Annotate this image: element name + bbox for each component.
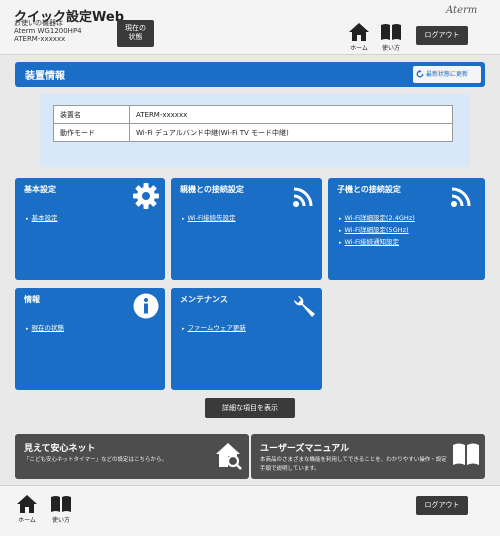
gear-icon <box>133 183 159 209</box>
help-label: 使い方 <box>381 45 400 52</box>
banner-mieru-anshin-net-desc: 「こども安心ネットタイマー」などの設定はこちらから。 <box>24 457 168 463</box>
tile-basic-settings-title: 基本設定 <box>24 185 56 194</box>
logout-button[interactable]: ログアウト <box>416 26 468 45</box>
wifi-icon <box>293 187 313 207</box>
home-label: ホーム <box>350 45 368 52</box>
table-row: 動作モード Wi-Fi デュアルバンド中継(Wi-Fi TV モード中継) <box>53 123 453 142</box>
help-button[interactable]: 使い方 <box>378 22 404 52</box>
table-row: 装置名 ATERM-xxxxxx <box>53 105 453 124</box>
banner-mieru-anshin-net-title: 見えて安心ネット <box>24 444 96 454</box>
link-current-status[interactable]: 現在の状態 <box>26 322 65 332</box>
footer-home-button[interactable]: ホーム <box>14 494 40 524</box>
banner-users-manual-desc: 本商品のさまざまな機能を利用してできることを、わかりやすい操作・設定手順で説明し… <box>260 457 447 472</box>
footer-help-button[interactable]: 使い方 <box>48 494 74 524</box>
link-wifi-destination[interactable]: Wi-Fi接続先設定 <box>182 212 236 222</box>
aterm-logo: Aterm <box>446 5 478 16</box>
device-info-bar: 装置情報 最新状態に更新 <box>15 62 485 87</box>
device-info-panel: 装置名 ATERM-xxxxxx 動作モード Wi-Fi デュアルバンド中継(W… <box>40 94 470 167</box>
link-wifi-detail-5ghz[interactable]: Wi-Fi詳細設定(5GHz) <box>339 224 409 234</box>
device-info-title: 装置情報 <box>25 71 65 82</box>
refresh-label: 最新状態に更新 <box>426 71 469 78</box>
show-detail-items-button[interactable]: 詳細な項目を表示 <box>205 398 295 418</box>
banner-mieru-anshin-net[interactable]: 見えて安心ネット 「こども安心ネットタイマー」などの設定はこちらから。 <box>15 434 249 479</box>
device-name: ATERM-xxxxxx <box>14 35 66 43</box>
tile-maintenance: メンテナンス ファームウェア更新 <box>171 288 322 390</box>
home-icon <box>17 495 37 513</box>
home-button[interactable]: ホーム <box>346 22 372 52</box>
header: クイック設定Web お使いの機器は Aterm WG1200HP4 ATERM-… <box>0 0 500 55</box>
device-model: Aterm WG1200HP4 <box>14 27 82 35</box>
tile-information-title: 情報 <box>24 295 40 304</box>
device-name-value: ATERM-xxxxxx <box>129 105 453 124</box>
book-icon <box>51 496 71 512</box>
link-wifi-connection-notice[interactable]: Wi-Fi接続通知設定 <box>339 236 400 246</box>
device-label: お使いの機器は <box>14 19 63 27</box>
refresh-button[interactable]: 最新状態に更新 <box>413 66 481 83</box>
current-status-label: 現在の 状態 <box>125 24 146 41</box>
footer-help-label: 使い方 <box>51 517 70 524</box>
device-info-table: 装置名 ATERM-xxxxxx 動作モード Wi-Fi デュアルバンド中継(W… <box>53 105 453 142</box>
tile-information: 情報 現在の状態 <box>15 288 165 390</box>
operation-mode-value: Wi-Fi デュアルバンド中継(Wi-Fi TV モード中継) <box>129 123 453 142</box>
footer-logout-button[interactable]: ログアウト <box>416 496 468 515</box>
banner-users-manual[interactable]: ユーザーズマニュアル 本商品のさまざまな機能を利用してできることを、わかりやすい… <box>251 434 485 479</box>
house-search-icon <box>216 443 242 470</box>
info-icon <box>133 293 159 319</box>
link-basic-settings[interactable]: 基本設定 <box>26 212 58 222</box>
wrench-icon <box>294 296 315 317</box>
refresh-icon <box>416 70 424 78</box>
current-status-button[interactable]: 現在の 状態 <box>117 20 154 47</box>
wifi-icon <box>451 187 471 207</box>
book-icon <box>381 24 401 40</box>
device-name-key: 装置名 <box>53 105 130 124</box>
footer-home-label: ホーム <box>18 517 36 524</box>
tile-parent-connection: 親機との接続設定 Wi-Fi接続先設定 <box>171 178 322 280</box>
footer: ホーム 使い方 ログアウト <box>0 485 500 536</box>
tile-maintenance-title: メンテナンス <box>180 295 228 304</box>
home-icon <box>349 23 369 41</box>
tile-child-connection-title: 子機との接続設定 <box>337 185 401 194</box>
banner-users-manual-title: ユーザーズマニュアル <box>260 444 350 454</box>
book-icon <box>453 443 479 465</box>
link-wifi-detail-24ghz[interactable]: Wi-Fi詳細設定(2.4GHz) <box>339 212 415 222</box>
tile-basic-settings: 基本設定 基本設定 <box>15 178 165 280</box>
operation-mode-key: 動作モード <box>53 123 130 142</box>
tile-child-connection: 子機との接続設定 Wi-Fi詳細設定(2.4GHz) Wi-Fi詳細設定(5GH… <box>328 178 485 280</box>
tile-parent-connection-title: 親機との接続設定 <box>180 185 244 194</box>
link-firmware-update[interactable]: ファームウェア更新 <box>182 322 246 332</box>
